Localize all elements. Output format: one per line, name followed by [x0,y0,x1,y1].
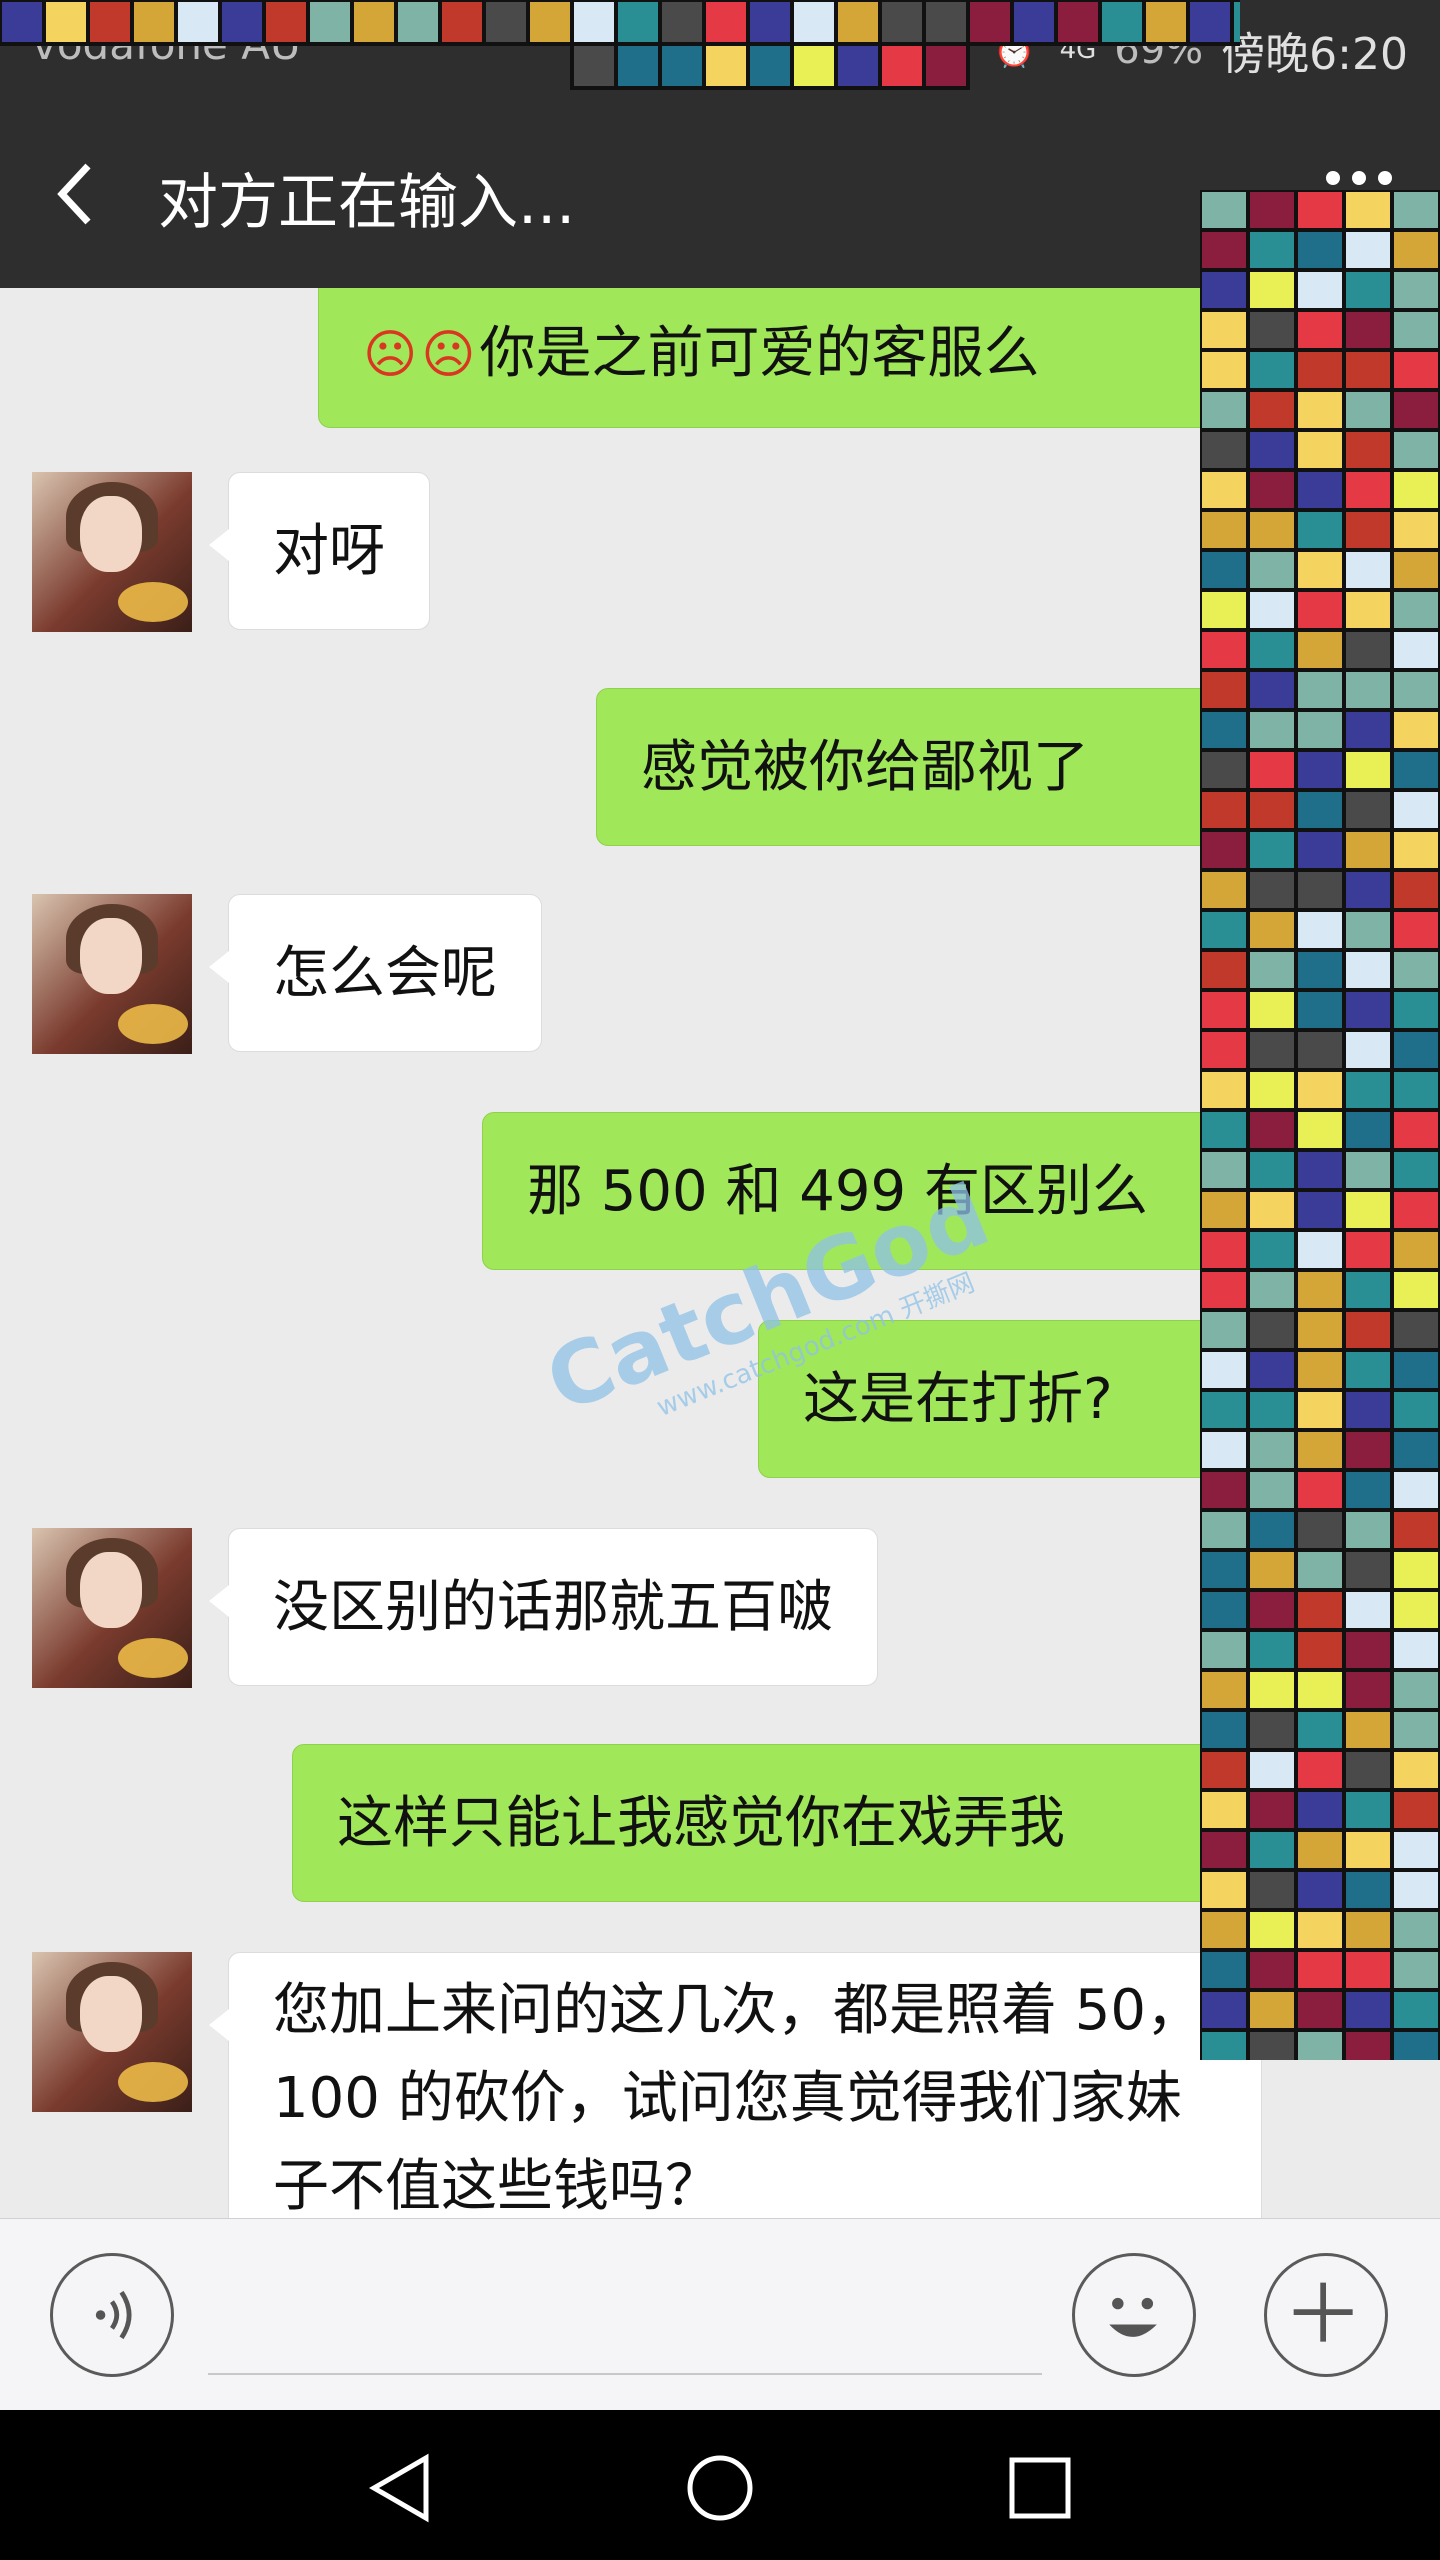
plus-icon [1293,2282,1353,2342]
triangle-back-icon[interactable] [362,2448,442,2528]
voice-icon [95,2290,132,2340]
system-navigation-bar [0,2410,1440,2560]
avatar[interactable] [32,472,192,632]
message-text: 您加上来问的这几次，都是照着 50，100 的砍价，试问您真觉得我们家妹子不值这… [273,1978,1203,2218]
back-button[interactable] [40,148,120,240]
message-text: 你是之前可爱的客服么 [479,321,1040,386]
message-text: 那 500 和 499 有区别么 [527,1159,1148,1224]
message-text: 这样只能让我感觉你在戏弄我 [337,1791,1065,1856]
plus-button[interactable] [1264,2253,1388,2377]
voice-button[interactable] [50,2253,174,2377]
message-text: 怎么会呢 [273,941,497,1006]
message-bubble[interactable]: 没区别的话那就五百啵 [209,1528,878,1686]
message-input[interactable] [208,2259,1042,2375]
avatar[interactable] [32,1528,192,1688]
more-dots-icon [1326,171,1340,185]
avatar[interactable] [32,894,192,1054]
message-text: 没区别的话那就五百啵 [273,1575,833,1640]
message-bubble[interactable]: 这样只能让我感觉你在戏弄我 [292,1744,1231,1902]
circle-home-icon[interactable] [680,2448,760,2528]
mosaic-censor-overlay [1200,190,1440,2060]
chat-title: 对方正在输入... [158,168,576,238]
message-bubble[interactable]: 对呀 [209,472,430,630]
message-bubble[interactable]: 怎么会呢 [209,894,542,1052]
message-bubble[interactable]: 感觉被你给鄙视了 [596,688,1231,846]
square-recent-icon[interactable] [1000,2448,1080,2528]
chevron-left-icon [57,163,91,225]
message-text: 感觉被你给鄙视了 [641,735,1089,800]
emoji-button[interactable] [1072,2253,1196,2377]
clock: 傍晚6:20 [1221,29,1408,80]
input-bar [0,2218,1440,2411]
smiley-icon [1109,2297,1157,2337]
message-text: 对呀 [273,519,385,584]
message-bubble[interactable]: ☹☹你是之前可爱的客服么 [318,288,1231,428]
mosaic-censor-overlay-top [0,0,1240,90]
message-bubble[interactable]: 您加上来问的这几次，都是照着 50，100 的砍价，试问您真觉得我们家妹子不值这… [209,1952,1262,2218]
angry-face-icon: ☹ [421,325,476,385]
angry-face-icon: ☹ [363,325,418,385]
message-text: 这是在打折? [803,1367,1113,1432]
avatar[interactable] [32,1952,192,2112]
